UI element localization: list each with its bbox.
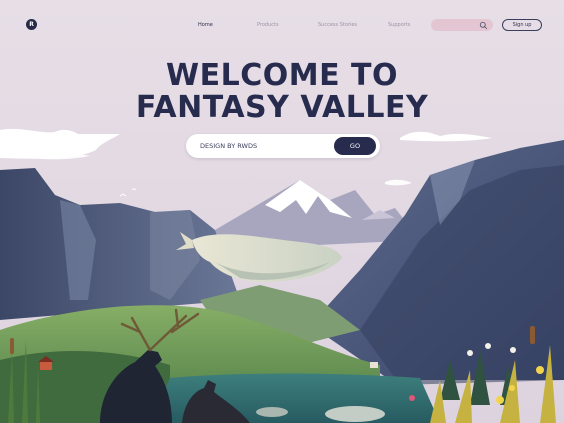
flower-yellow-1 — [496, 396, 504, 404]
flower-pink-1 — [409, 395, 415, 401]
landing-page: R Home Products Success Stories Supports… — [0, 0, 564, 423]
search-input[interactable] — [437, 20, 479, 30]
house-right — [370, 362, 378, 368]
hero-input[interactable] — [200, 140, 320, 152]
nav-link-home[interactable]: Home — [198, 21, 213, 29]
lake-rock-2 — [325, 406, 385, 422]
flower-white-3 — [510, 347, 516, 353]
hero-input-bar: GO — [186, 134, 380, 158]
search-box[interactable] — [431, 19, 493, 31]
go-button[interactable]: GO — [334, 137, 376, 155]
flower-yellow-2 — [509, 385, 515, 391]
house-left — [40, 362, 52, 370]
nav-link-supports[interactable]: Supports — [388, 21, 410, 29]
lake-rock-1 — [256, 407, 288, 417]
sign-up-button[interactable]: Sign up — [502, 19, 542, 31]
hero-title-line-2: FANTASY VALLEY — [135, 90, 429, 125]
flower-yellow-3 — [536, 366, 544, 374]
nav-link-success-stories[interactable]: Success Stories — [318, 21, 357, 29]
logo-icon[interactable]: R — [26, 19, 37, 30]
flower-white-1 — [467, 350, 473, 356]
hero-title: WELCOME TO FANTASY VALLEY — [82, 60, 482, 124]
search-icon[interactable] — [479, 21, 488, 30]
top-navigation: R Home Products Success Stories Supports… — [0, 0, 564, 50]
hero-title-line-1: WELCOME TO — [166, 58, 398, 93]
cattail-left — [10, 338, 14, 354]
flower-white-2 — [485, 343, 491, 349]
cattail-right — [530, 326, 535, 344]
nav-link-products[interactable]: Products — [257, 21, 279, 29]
